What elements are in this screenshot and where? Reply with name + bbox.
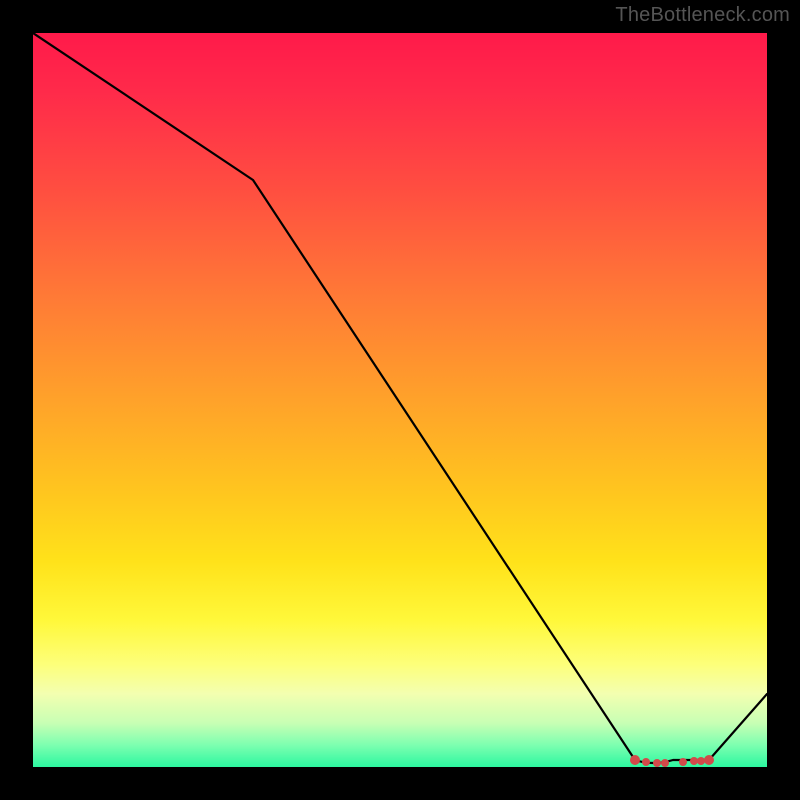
plot-area	[33, 33, 767, 767]
bottleneck-curve	[33, 33, 767, 763]
optimal-marker	[704, 755, 714, 765]
optimal-marker	[697, 757, 705, 765]
chart-svg	[33, 33, 767, 767]
optimal-marker	[661, 759, 669, 767]
optimal-marker	[653, 759, 661, 767]
optimal-marker	[690, 757, 698, 765]
optimal-marker	[679, 758, 687, 766]
optimal-marker	[642, 758, 650, 766]
watermark-text: TheBottleneck.com	[615, 4, 790, 27]
chart-stage: TheBottleneck.com	[0, 0, 800, 800]
optimal-marker	[630, 755, 640, 765]
